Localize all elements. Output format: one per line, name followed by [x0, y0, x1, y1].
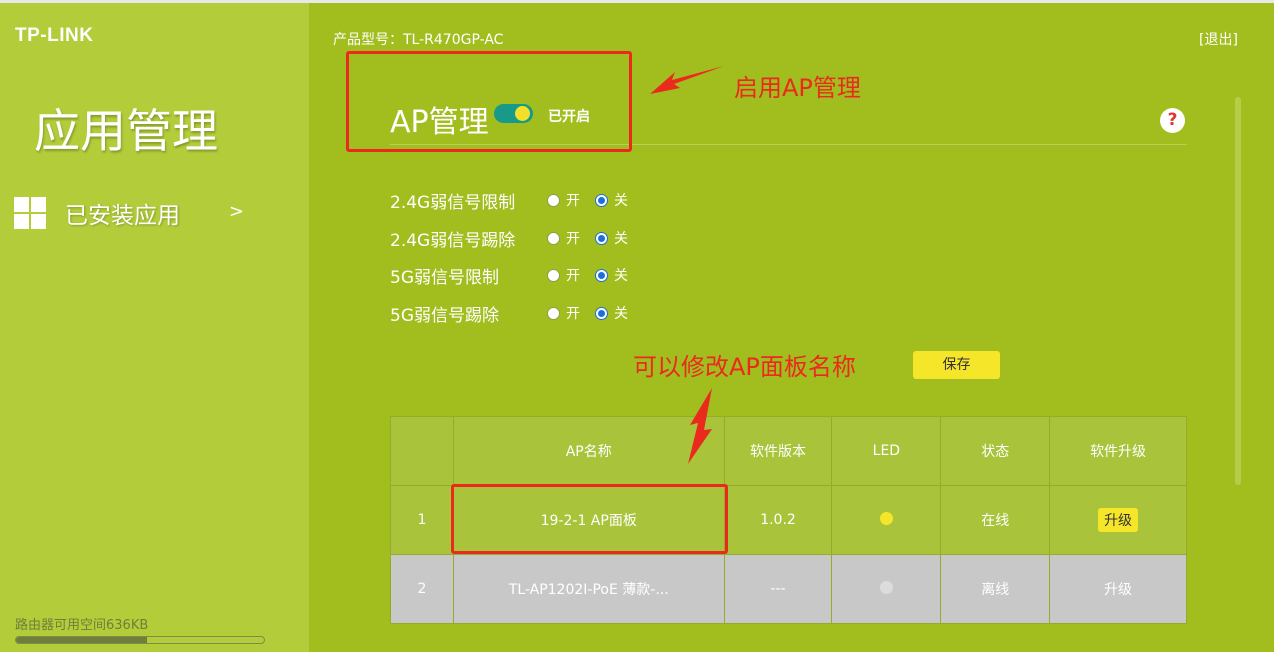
annotation-arrow-toggle [650, 66, 724, 94]
annotation-arrow-name [688, 388, 712, 464]
annotation-arrows [650, 66, 724, 464]
annotation-rename-ap: 可以修改AP面板名称 [633, 353, 856, 381]
annotation-enable-ap: 启用AP管理 [734, 74, 861, 102]
